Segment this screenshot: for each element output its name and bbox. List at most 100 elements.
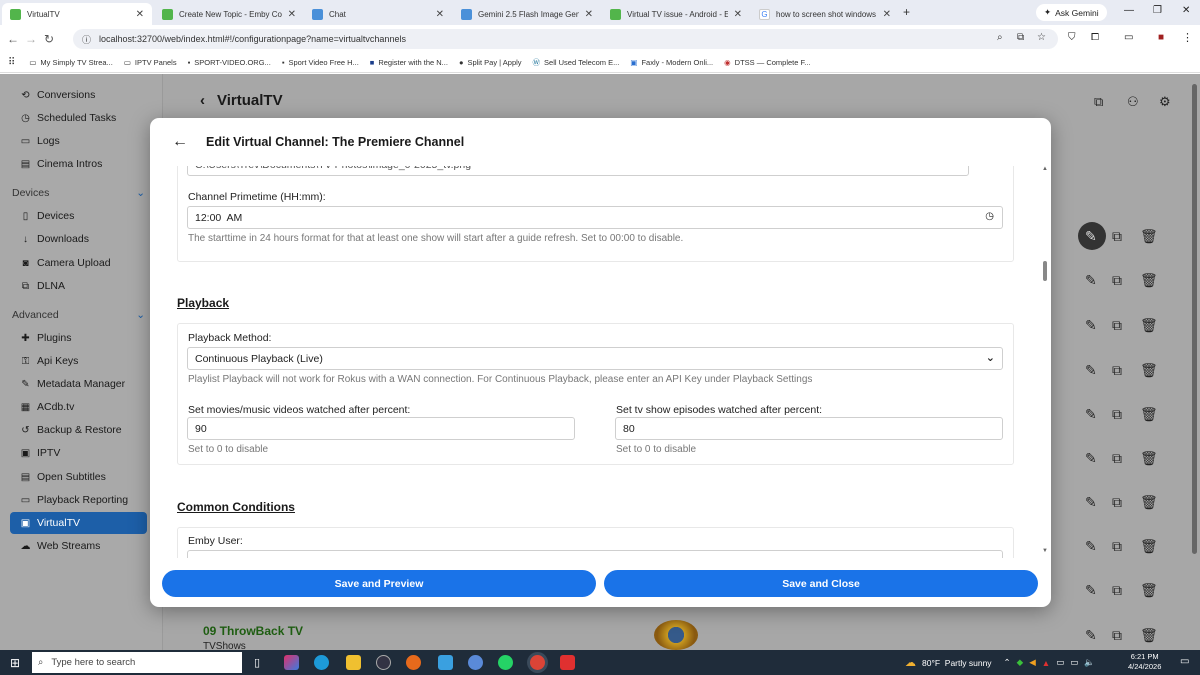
pencil-icon[interactable]: ✎ [1085, 272, 1097, 289]
tab-google-search[interactable]: G how to screen shot windows 11 ✕ [751, 3, 899, 25]
back-arrow-icon[interactable]: ‹ [200, 92, 205, 109]
bookmark-item[interactable]: ▪ SPORT-VIDEO.ORG... [188, 58, 271, 67]
copy-icon[interactable]: ⧉ [1112, 228, 1122, 245]
back-arrow-icon[interactable]: ← [172, 133, 188, 151]
close-tab-icon[interactable]: ✕ [136, 9, 144, 20]
dialog-scroll-thumb[interactable] [1043, 261, 1047, 281]
scroll-up-icon[interactable]: ▲ [1042, 166, 1048, 172]
tray-app-icon[interactable]: ◆ [1017, 657, 1024, 668]
close-tab-icon[interactable]: ✕ [883, 9, 891, 20]
minimize-icon[interactable]: — [1124, 5, 1134, 16]
url-bar[interactable]: ⓘ localhost:32700/web/index.html#!/confi… [73, 29, 1058, 49]
bookmark-item[interactable]: ▣ Faxly - Modern Onli... [630, 58, 713, 67]
sidebar-item-scheduled-tasks[interactable]: ◷ Scheduled Tasks [10, 107, 147, 129]
sidebar-item-cinema-intros[interactable]: ▤ Cinema Intros [10, 153, 147, 175]
sidebar-item-open-subtitles[interactable]: ▤ Open Subtitles [10, 466, 147, 488]
sidebar-item-downloads[interactable]: ↓ Downloads [10, 228, 147, 250]
task-view-icon[interactable]: ▯ [254, 656, 260, 669]
delete-icon[interactable]: 🗑 [1140, 450, 1158, 467]
sidebar-heading-devices[interactable]: Devices ⌄ [12, 187, 145, 199]
cast-icon[interactable]: ⧉ [1094, 94, 1103, 110]
tv-watched-input[interactable]: 80 [615, 417, 1003, 440]
save-and-preview-button[interactable]: Save and Preview [162, 570, 596, 597]
ask-gemini-button[interactable]: ✦ Ask Gemini [1036, 4, 1107, 21]
sidebar-item-web-streams[interactable]: ☁ Web Streams [10, 535, 147, 557]
pencil-icon[interactable]: ✎ [1085, 494, 1097, 511]
delete-icon[interactable]: 🗑 [1140, 538, 1158, 555]
scroll-down-icon[interactable]: ▼ [1042, 548, 1048, 554]
video-app-icon[interactable] [560, 655, 575, 670]
bookmark-item[interactable]: Ⓦ Sell Used Telecom E... [533, 57, 620, 68]
app-icon[interactable] [468, 655, 483, 670]
channel-row-title[interactable]: 09 ThrowBack TV [203, 624, 303, 638]
tab-emby-community[interactable]: Create New Topic - Emby Comm ✕ [154, 3, 304, 25]
sidebar-item-logs[interactable]: ▭ Logs [10, 130, 147, 152]
volume-icon[interactable]: 🔈 [1084, 657, 1095, 668]
sidebar-item-acdb[interactable]: ▦ ACdb.tv [10, 396, 147, 418]
cast-tab-icon[interactable]: ⧉ [1017, 32, 1024, 43]
copy-icon[interactable]: ⧉ [1112, 362, 1122, 379]
bookmark-item[interactable]: ▪ Sport Video Free H... [282, 58, 359, 67]
tab-gemini-image[interactable]: Gemini 2.5 Flash Image Genera ✕ [453, 3, 601, 25]
user-icon[interactable]: ⚇ [1127, 94, 1139, 110]
weather-text[interactable]: 80°F Partly sunny [922, 658, 992, 668]
windows-start-icon[interactable]: ⊞ [10, 656, 20, 670]
close-tab-icon[interactable]: ✕ [288, 9, 296, 20]
sidebar-item-metadata-manager[interactable]: ✎ Metadata Manager [10, 373, 147, 395]
taskbar-search[interactable]: ⌕ Type here to search [32, 652, 242, 673]
side-panel-icon[interactable]: ▭ [1124, 32, 1133, 43]
sidebar-item-dlna[interactable]: ⧉ DLNA [10, 275, 147, 297]
dialog-scrollbar[interactable]: ▲ ▼ [1041, 166, 1049, 558]
bookmark-item[interactable]: ▭ IPTV Panels [124, 58, 177, 67]
pencil-icon[interactable]: ✎ [1085, 538, 1097, 555]
sidebar-item-virtualtv[interactable]: ▣ VirtualTV [10, 512, 147, 534]
copy-icon[interactable]: ⧉ [1112, 494, 1122, 511]
reload-icon[interactable]: ↻ [40, 32, 58, 46]
taskbar-clock[interactable]: 6:21 PM 4/24/2026 [1128, 652, 1161, 672]
network-icon[interactable]: ▭ [1070, 657, 1078, 668]
delete-icon[interactable]: 🗑 [1140, 228, 1158, 245]
sidebar-item-backup-restore[interactable]: ↺ Backup & Restore [10, 419, 147, 441]
back-icon[interactable]: ← [4, 32, 22, 46]
notifications-icon[interactable]: ▭ [1180, 656, 1189, 667]
tab-chat[interactable]: Chat ✕ [304, 3, 452, 25]
sidebar-item-camera-upload[interactable]: ◙ Camera Upload [10, 252, 147, 274]
close-tab-icon[interactable]: ✕ [585, 9, 593, 20]
image-path-input[interactable]: C:\Users\Trev\Documents\TV Photos\image_… [187, 166, 969, 176]
pencil-icon[interactable]: ✎ [1085, 627, 1097, 644]
tray-app-icon[interactable]: ▲ [1042, 658, 1050, 668]
page-scrollbar[interactable] [1192, 84, 1197, 554]
shield-icon[interactable]: ⛉ [1068, 32, 1076, 43]
save-and-close-button[interactable]: Save and Close [604, 570, 1038, 597]
bookmark-item[interactable]: ▭ My Simply TV Strea... [29, 58, 112, 67]
tray-app-icon[interactable]: ◀ [1029, 657, 1036, 668]
extensions-icon[interactable]: ⧠ [1091, 32, 1099, 43]
sidebar-item-playback-reporting[interactable]: ▭ Playback Reporting [10, 489, 147, 511]
apps-grid-icon[interactable]: ⠿ [8, 57, 15, 68]
pencil-icon[interactable]: ✎ [1085, 450, 1097, 467]
bookmark-item[interactable]: ◉ DTSS — Complete F... [724, 58, 810, 67]
edge-icon[interactable] [314, 655, 329, 670]
new-tab-button[interactable]: + [903, 5, 910, 19]
zoom-icon[interactable]: ⌕ [997, 32, 1003, 43]
bookmark-star-icon[interactable]: ☆ [1037, 32, 1046, 43]
delete-icon[interactable]: 🗑 [1140, 317, 1158, 334]
sidebar-item-iptv[interactable]: ▣ IPTV [10, 442, 147, 464]
bookmark-item[interactable]: ■ Register with the N... [370, 58, 448, 67]
file-explorer-icon[interactable] [346, 655, 361, 670]
chrome-icon[interactable] [530, 655, 545, 670]
copy-icon[interactable]: ⧉ [1112, 450, 1122, 467]
pencil-icon[interactable]: ✎ [1085, 317, 1097, 334]
emby-user-select[interactable] [187, 550, 1003, 558]
delete-icon[interactable]: 🗑 [1140, 362, 1158, 379]
copy-icon[interactable]: ⧉ [1112, 627, 1122, 644]
playback-method-select[interactable]: Continuous Playback (Live) ⌄ [187, 347, 1003, 370]
whatsapp-icon[interactable] [498, 655, 513, 670]
close-tab-icon[interactable]: ✕ [734, 9, 742, 20]
firefox-icon[interactable] [406, 655, 421, 670]
copy-icon[interactable]: ⧉ [1112, 272, 1122, 289]
movies-watched-input[interactable]: 90 [187, 417, 575, 440]
speedometer-icon[interactable] [376, 655, 391, 670]
sidebar-item-api-keys[interactable]: ⚿ Api Keys [10, 350, 147, 372]
site-info-icon[interactable]: ⓘ [82, 33, 91, 46]
